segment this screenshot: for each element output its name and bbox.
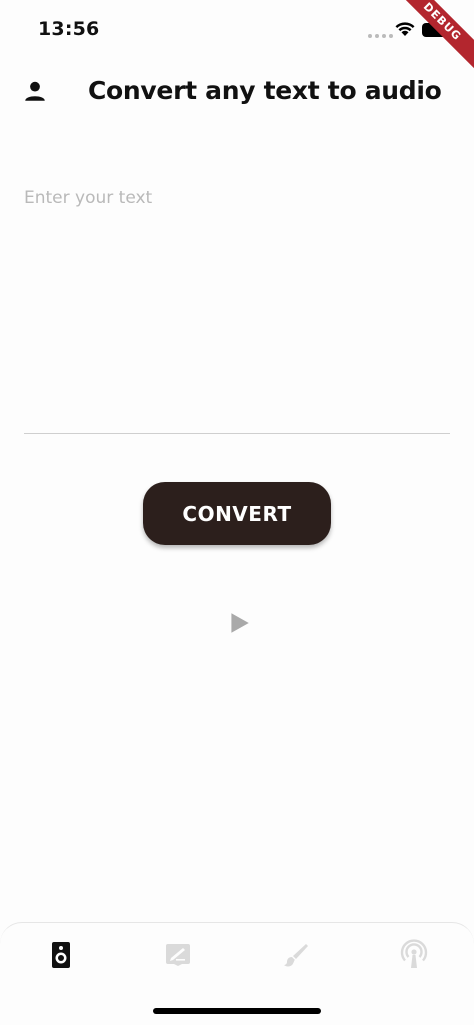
cellular-signal-icon [368, 34, 393, 38]
page-title: Convert any text to audio [88, 76, 442, 105]
wifi-icon [395, 22, 415, 36]
status-bar: 13:56 [0, 0, 474, 58]
convert-button[interactable]: CONVERT [143, 482, 331, 545]
speaker-icon [52, 942, 70, 968]
podcast-icon [400, 939, 428, 968]
brush-icon [284, 944, 308, 967]
person-icon[interactable] [22, 78, 48, 104]
status-time: 13:56 [38, 18, 100, 40]
nav-item-podcast[interactable] [398, 939, 430, 971]
nav-item-speaker[interactable] [45, 939, 77, 971]
app-bar: Convert any text to audio [0, 62, 474, 122]
play-icon[interactable] [226, 610, 252, 636]
text-input[interactable] [24, 180, 450, 434]
draw-icon [166, 944, 190, 966]
home-indicator[interactable] [153, 1008, 321, 1014]
nav-item-draw[interactable] [162, 939, 194, 971]
nav-item-brush[interactable] [280, 939, 312, 971]
